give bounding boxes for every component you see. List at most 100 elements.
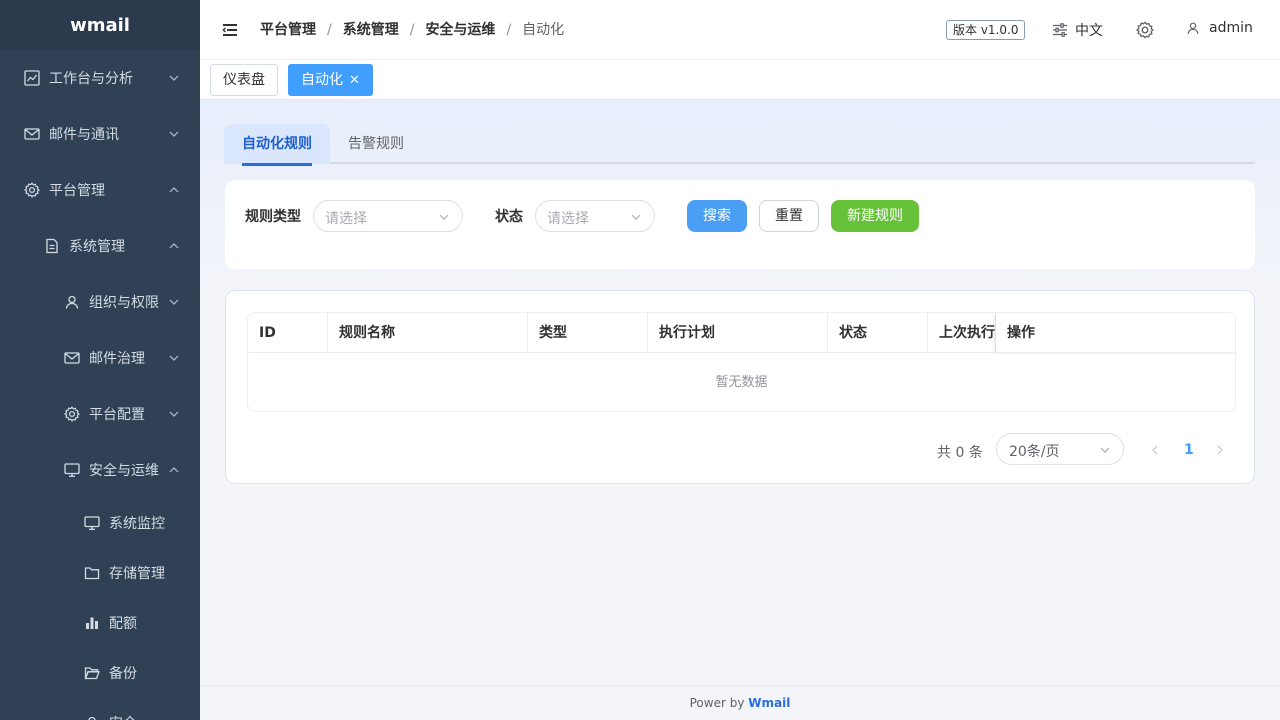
sliders-icon xyxy=(1053,23,1067,37)
user-icon xyxy=(1187,22,1199,34)
menu-storage-label: 存储管理 xyxy=(109,566,165,582)
user-icon xyxy=(65,295,79,309)
version-badge: 版本 v1.0.0 xyxy=(946,20,1026,40)
gear-icon xyxy=(64,406,80,422)
menu-mail-governance-label: 邮件治理 xyxy=(89,351,145,367)
page-size-select[interactable]: 20条/页 xyxy=(996,433,1124,465)
chevron-down-icon xyxy=(169,411,179,417)
menu-backup-label: 备份 xyxy=(109,666,137,682)
column-header-status: 状态 xyxy=(828,313,928,353)
menu-system-label: 系统管理 xyxy=(69,239,125,255)
tag-automation[interactable]: 自动化 ✕ xyxy=(288,64,373,96)
menu-security-ops-label: 安全与运维 xyxy=(89,463,159,479)
rule-type-select[interactable]: 请选择 xyxy=(313,200,463,232)
breadcrumb-current: 自动化 xyxy=(522,22,565,38)
chevron-down-icon xyxy=(169,355,179,361)
menu-platform[interactable]: 平台管理 xyxy=(0,162,200,218)
chevron-down-icon xyxy=(169,131,179,137)
bar-chart-icon xyxy=(86,617,98,629)
chevron-down-icon xyxy=(631,214,641,220)
trend-chart-icon xyxy=(24,70,40,86)
settings-gear-icon[interactable] xyxy=(1136,21,1154,39)
menu-system-monitor[interactable]: 系统监控 xyxy=(0,498,200,548)
tag-automation-label: 自动化 xyxy=(301,72,343,88)
menu-system-monitor-label: 系统监控 xyxy=(109,516,165,532)
menu-system[interactable]: 系统管理 xyxy=(0,218,200,274)
search-button[interactable]: 搜索 xyxy=(687,200,747,232)
reset-button[interactable]: 重置 xyxy=(759,200,819,232)
close-icon[interactable]: ✕ xyxy=(349,66,360,96)
empty-placeholder: 暂无数据 xyxy=(715,375,768,390)
new-rule-button[interactable]: 新建规则 xyxy=(831,200,919,232)
chevron-up-icon xyxy=(169,187,179,193)
menu-platform-config-label: 平台配置 xyxy=(89,407,145,423)
tag-dashboard[interactable]: 仪表盘 xyxy=(210,64,278,96)
menu-quota-label: 配额 xyxy=(109,616,137,632)
menu-workbench-label: 工作台与分析 xyxy=(49,71,133,87)
rules-table: ID 规则名称 类型 执行计划 状态 上次执行 操作 暂无数据 xyxy=(247,312,1236,412)
folder-icon xyxy=(84,567,100,580)
menu-mail-governance[interactable]: 邮件治理 xyxy=(0,330,200,386)
chevron-down-icon xyxy=(439,214,449,220)
menu-platform-config[interactable]: 平台配置 xyxy=(0,386,200,442)
menu-backup[interactable]: 备份 xyxy=(0,648,200,698)
status-label: 状态 xyxy=(495,209,523,225)
tags-view: 仪表盘 自动化 ✕ xyxy=(200,60,1280,100)
chevron-down-icon xyxy=(1100,447,1110,453)
menu-org-label: 组织与权限 xyxy=(89,295,159,311)
column-header-schedule: 执行计划 xyxy=(648,313,828,353)
footer: Power by Wmail xyxy=(200,685,1280,720)
breadcrumb-separator: / xyxy=(327,22,332,38)
menu-security[interactable]: 安全 xyxy=(0,698,200,720)
menu-security-ops[interactable]: 安全与运维 xyxy=(0,442,200,498)
app-logo: wmail xyxy=(0,0,200,50)
user-menu[interactable]: admin xyxy=(1186,20,1253,36)
column-header-name: 规则名称 xyxy=(328,313,528,353)
mail-icon xyxy=(24,128,40,140)
language-label: 中文 xyxy=(1075,23,1103,39)
column-header-last-run: 上次执行 xyxy=(928,313,996,353)
monitor-icon xyxy=(84,516,100,530)
mail-icon xyxy=(64,352,80,364)
rule-tabs: 自动化规则 告警规则 xyxy=(224,124,1255,166)
menu-workbench[interactable]: 工作台与分析 xyxy=(0,50,200,106)
footer-brand[interactable]: Wmail xyxy=(748,696,790,710)
menu-fold-icon[interactable] xyxy=(222,22,238,38)
next-page-icon[interactable] xyxy=(1214,444,1226,456)
status-select[interactable]: 请选择 xyxy=(535,200,655,232)
rule-type-placeholder: 请选择 xyxy=(325,211,367,227)
chevron-down-icon xyxy=(169,299,179,305)
sidebar: wmail 工作台与分析 邮件与通讯 平台管理 系统管理 组织与权限 邮件治理 … xyxy=(0,0,200,720)
breadcrumb-item[interactable]: 系统管理 xyxy=(343,20,399,40)
column-header-type: 类型 xyxy=(528,313,648,353)
tag-dashboard-label: 仪表盘 xyxy=(223,72,265,88)
folder-open-icon xyxy=(84,667,100,680)
chevron-down-icon xyxy=(169,75,179,81)
filter-card: 规则类型 请选择 状态 请选择 搜索 重置 新建规则 xyxy=(225,180,1255,269)
username: admin xyxy=(1209,20,1253,36)
table-card: ID 规则名称 类型 执行计划 状态 上次执行 操作 暂无数据 共 0 条 20… xyxy=(225,290,1255,484)
status-placeholder: 请选择 xyxy=(547,211,589,227)
menu-org[interactable]: 组织与权限 xyxy=(0,274,200,330)
chevron-up-icon xyxy=(169,243,179,249)
chevron-up-icon xyxy=(169,467,179,473)
breadcrumb-item[interactable]: 平台管理 xyxy=(260,20,316,40)
menu-security-label: 安全 xyxy=(109,713,137,720)
menu-storage[interactable]: 存储管理 xyxy=(0,548,200,598)
breadcrumb-item[interactable]: 安全与运维 xyxy=(425,20,495,40)
tab-automation-rules[interactable]: 自动化规则 xyxy=(224,124,330,166)
prev-page-icon[interactable] xyxy=(1149,444,1161,456)
column-header-id: ID xyxy=(248,313,328,353)
document-icon xyxy=(46,238,58,254)
column-header-actions: 操作 xyxy=(996,313,1235,353)
footer-prefix: Power by xyxy=(689,696,745,710)
menu-mail-label: 邮件与通讯 xyxy=(49,127,119,143)
top-header: 平台管理 / 系统管理 / 安全与运维 / 自动化 版本 v1.0.0 中文 a… xyxy=(200,0,1280,60)
rule-type-label: 规则类型 xyxy=(245,209,301,225)
user-icon xyxy=(88,716,96,720)
tab-alert-rules[interactable]: 告警规则 xyxy=(330,124,422,164)
menu-quota[interactable]: 配额 xyxy=(0,598,200,648)
language-switch[interactable]: 中文 xyxy=(1052,20,1103,40)
page-number-current[interactable]: 1 xyxy=(1184,442,1194,458)
menu-mail[interactable]: 邮件与通讯 xyxy=(0,106,200,162)
